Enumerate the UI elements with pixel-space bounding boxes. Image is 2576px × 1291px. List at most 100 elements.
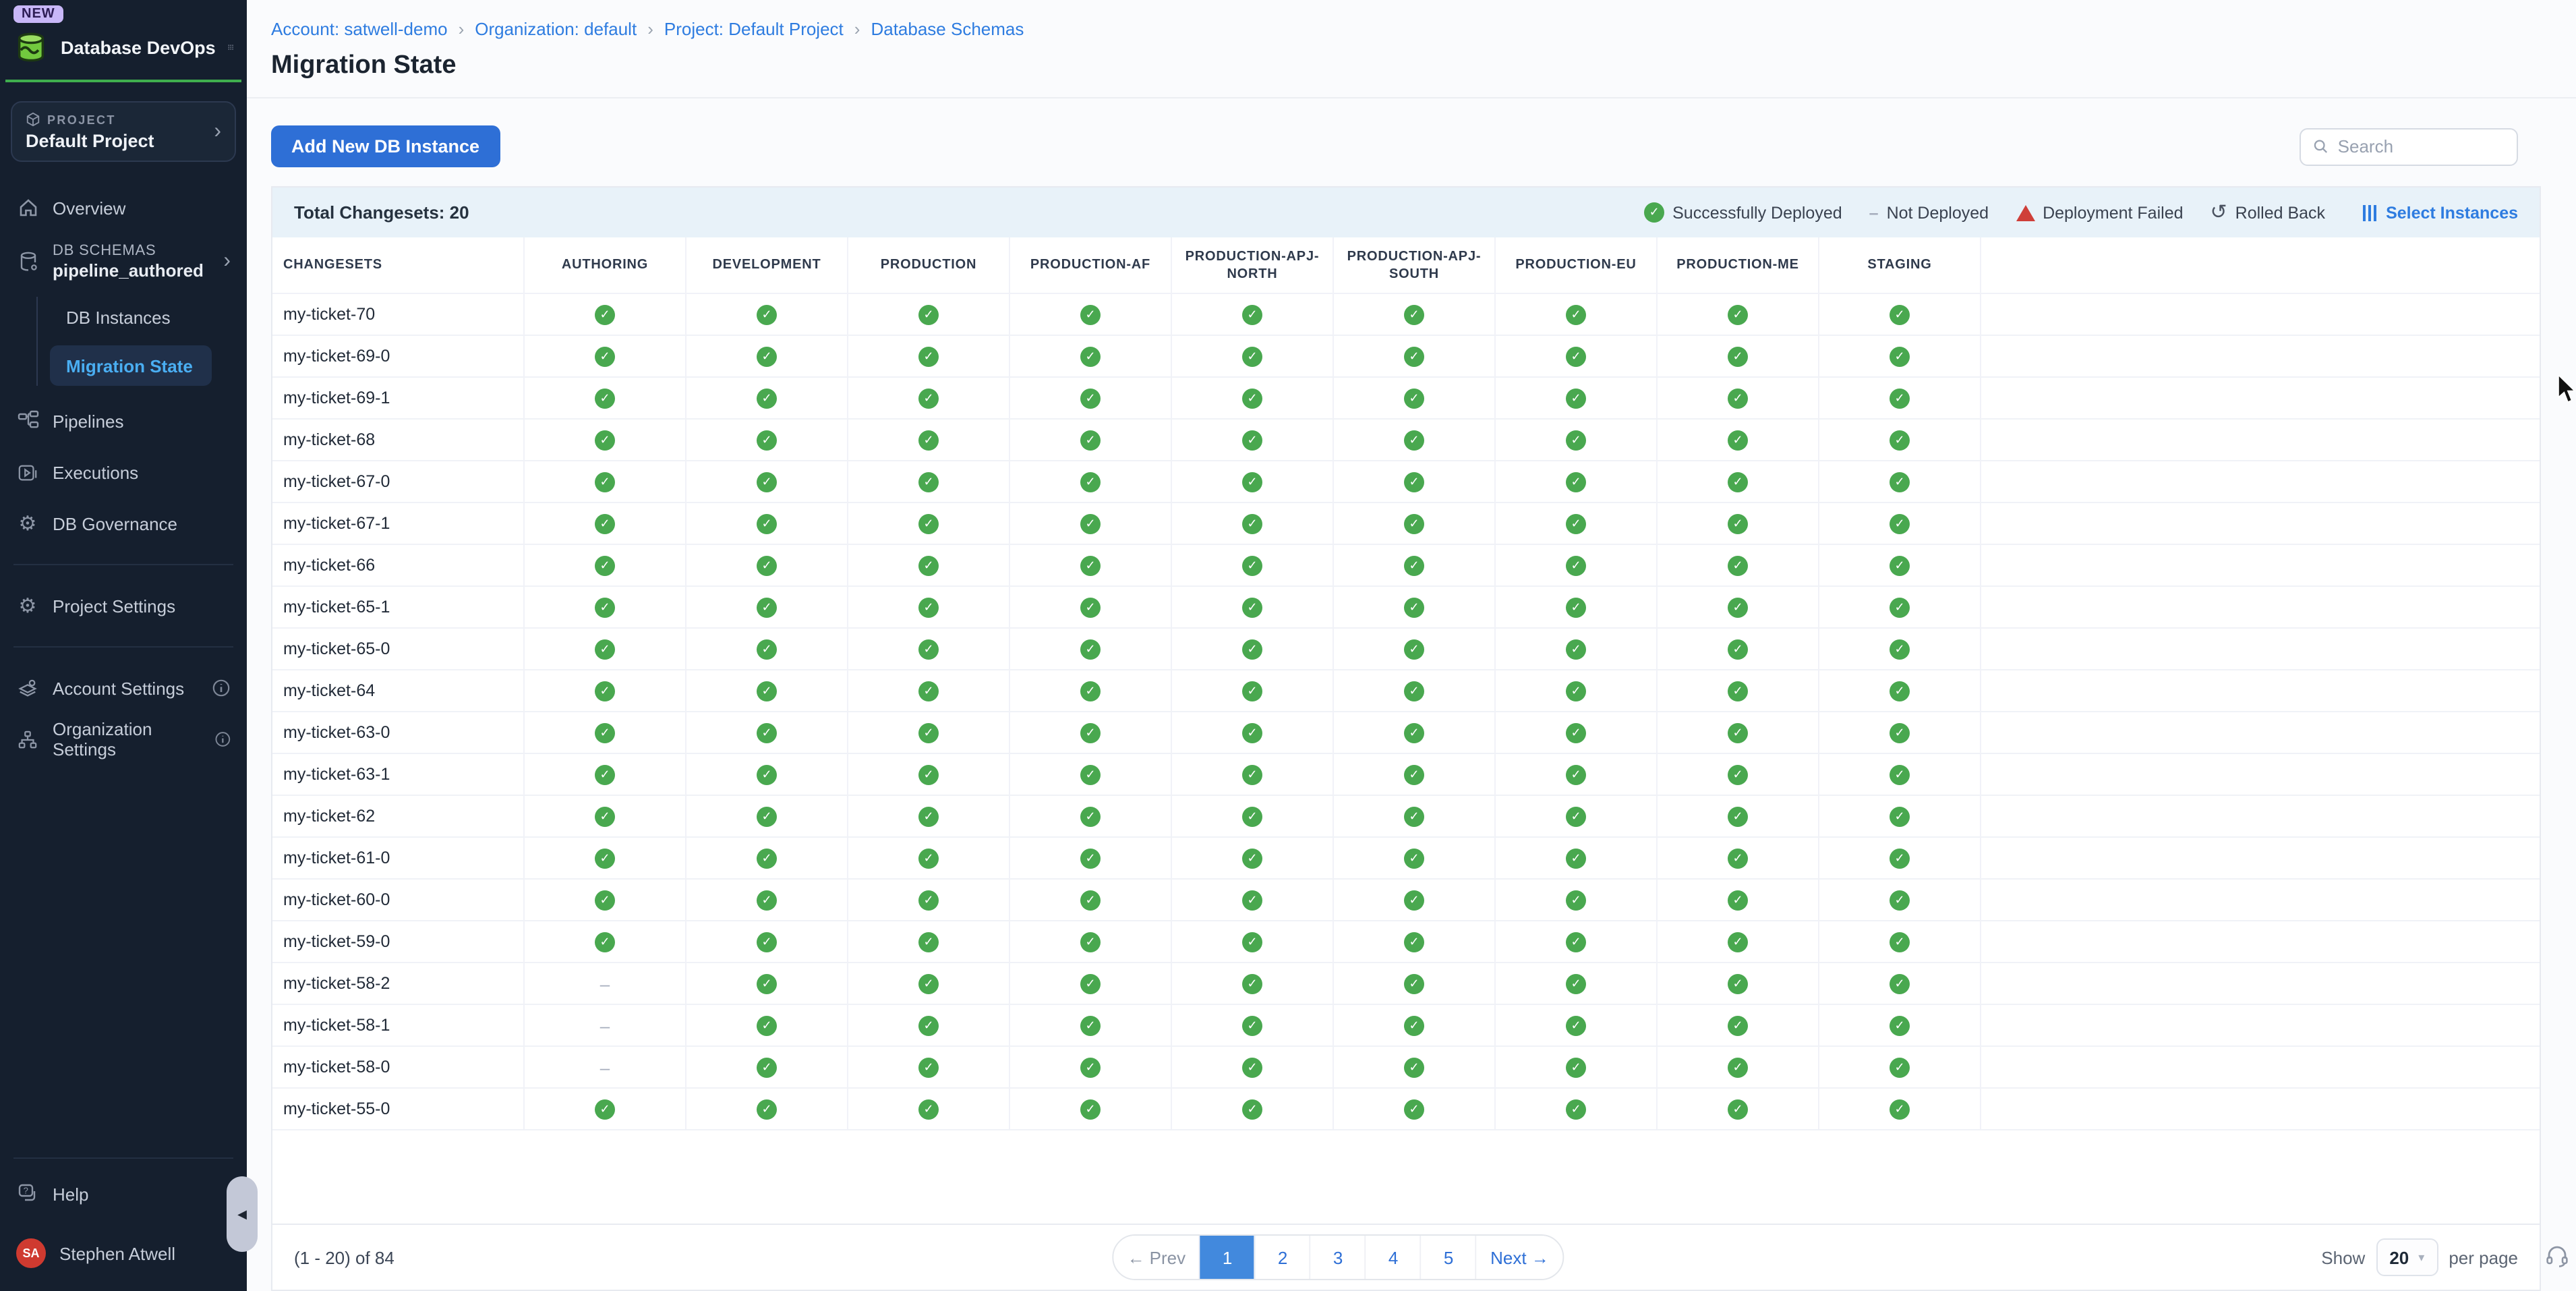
page-button-2[interactable]: 2	[1256, 1236, 1311, 1279]
breadcrumb-organization[interactable]: Organization: default	[475, 19, 637, 39]
sidebar-item-migration-state[interactable]: Migration State	[50, 345, 212, 386]
success-check-icon: ✓	[918, 639, 939, 659]
sidebar-item-overview[interactable]: Overview	[0, 186, 247, 229]
success-check-icon: ✓	[757, 430, 777, 450]
support-headset-icon[interactable]	[2544, 1242, 2571, 1269]
user-menu[interactable]: SA Stephen Atwell	[0, 1232, 247, 1275]
success-check-icon: ✓	[595, 346, 615, 366]
status-cell-success: ✓	[1496, 503, 1658, 544]
success-check-icon: ✓	[1566, 555, 1586, 575]
status-cell-success: ✓	[686, 503, 848, 544]
success-check-icon: ✓	[918, 430, 939, 450]
sidebar-item-db-schemas[interactable]: DB SCHEMAS pipeline_authored ›	[0, 237, 247, 286]
sidebar-item-account-settings[interactable]: Account Settings	[0, 666, 247, 710]
success-check-icon: ✓	[1728, 388, 1748, 408]
status-cell-success: ✓	[686, 880, 848, 920]
breadcrumb-database-schemas[interactable]: Database Schemas	[871, 19, 1024, 39]
status-cell-success: ✓	[686, 336, 848, 376]
status-cell-success: ✓	[1334, 629, 1496, 669]
prev-page-button[interactable]: ← Prev	[1113, 1236, 1200, 1279]
success-check-icon: ✓	[1566, 1015, 1586, 1035]
status-cell-success: ✓	[1010, 1047, 1172, 1087]
status-cell-success: ✓	[525, 294, 686, 335]
breadcrumb: Account: satwell-demo › Organization: de…	[271, 19, 2541, 39]
sidebar-item-organization-settings[interactable]: Organization Settings	[0, 718, 247, 761]
status-cell-success: ✓	[1334, 545, 1496, 585]
sidebar-item-project-settings[interactable]: ⚙ Project Settings	[0, 584, 247, 627]
add-new-db-instance-button[interactable]: Add New DB Instance	[271, 125, 500, 167]
search-box[interactable]	[2300, 127, 2518, 165]
sidebar-collapse-handle[interactable]: ◀	[227, 1176, 258, 1252]
help-label: Help	[53, 1184, 89, 1204]
rollback-arrow-icon: ↺	[2211, 202, 2227, 223]
status-cell-success: ✓	[1172, 754, 1334, 795]
status-cell-success: ✓	[686, 420, 848, 460]
chevron-right-icon: ›	[223, 251, 231, 272]
table-row: my-ticket-60-0✓✓✓✓✓✓✓✓✓	[272, 880, 2540, 921]
status-cell-success: ✓	[1819, 921, 1981, 962]
page-title: Migration State	[271, 51, 2541, 81]
changeset-name: my-ticket-64	[272, 670, 525, 711]
status-cell-success: ✓	[686, 378, 848, 418]
success-check-icon: ✓	[757, 890, 777, 910]
success-check-icon: ✓	[918, 304, 939, 324]
success-check-icon: ✓	[1890, 513, 1910, 534]
sidebar-item-pipelines[interactable]: Pipelines	[0, 399, 247, 442]
success-check-icon: ✓	[1566, 681, 1586, 701]
column-header: DEVELOPMENT	[686, 237, 848, 293]
success-check-icon: ✓	[1728, 430, 1748, 450]
new-badge: NEW	[13, 5, 63, 23]
help-button[interactable]: ? Help	[0, 1172, 247, 1215]
page-button-4[interactable]: 4	[1366, 1236, 1422, 1279]
success-check-icon: ✓	[1728, 1099, 1748, 1119]
next-page-button[interactable]: Next →	[1477, 1236, 1562, 1279]
sidebar-item-db-governance[interactable]: ⚙ DB Governance	[0, 502, 247, 545]
success-check-icon: ✓	[1890, 555, 1910, 575]
success-check-icon: ✓	[1404, 597, 1424, 617]
breadcrumb-project[interactable]: Project: Default Project	[664, 19, 844, 39]
success-check-icon: ✓	[1080, 1099, 1101, 1119]
status-cell-success: ✓	[1658, 1089, 1819, 1129]
search-input[interactable]	[2338, 136, 2505, 156]
success-check-icon: ✓	[757, 722, 777, 743]
brand-divider	[5, 80, 241, 82]
page-button-1[interactable]: 1	[1200, 1236, 1256, 1279]
success-check-icon: ✓	[1728, 1015, 1748, 1035]
success-check-icon: ✓	[918, 388, 939, 408]
status-cell-success: ✓	[686, 545, 848, 585]
success-check-icon: ✓	[1080, 722, 1101, 743]
success-check-icon: ✓	[595, 304, 615, 324]
changeset-name: my-ticket-62	[272, 796, 525, 836]
success-check-icon: ✓	[1080, 806, 1101, 826]
sidebar-item-db-instances[interactable]: DB Instances	[50, 297, 212, 337]
project-selector[interactable]: PROJECT Default Project ›	[11, 101, 236, 162]
page-button-5[interactable]: 5	[1422, 1236, 1477, 1279]
success-check-icon: ✓	[1728, 597, 1748, 617]
sidebar-item-label: Project Settings	[53, 596, 175, 616]
breadcrumb-account[interactable]: Account: satwell-demo	[271, 19, 448, 39]
changeset-name: my-ticket-63-1	[272, 754, 525, 795]
status-cell-success: ✓	[1819, 420, 1981, 460]
page-button-3[interactable]: 3	[1311, 1236, 1366, 1279]
success-check-icon: ✓	[1890, 388, 1910, 408]
success-check-icon: ✓	[1242, 555, 1262, 575]
success-check-icon: ✓	[1566, 388, 1586, 408]
success-check-icon: ✓	[1728, 848, 1748, 868]
legend-rolled-back: ↺ Rolled Back	[2211, 202, 2326, 223]
success-check-icon: ✓	[1890, 304, 1910, 324]
status-cell-success: ✓	[848, 1005, 1010, 1045]
apps-grid-icon[interactable]	[228, 36, 233, 58]
page-size-select[interactable]: 20 ▾	[2376, 1238, 2438, 1276]
status-cell-success: ✓	[1010, 1005, 1172, 1045]
status-cell-success: ✓	[1658, 796, 1819, 836]
sidebar-item-label: Executions	[53, 462, 138, 482]
not-deployed-dash-icon: –	[600, 973, 610, 994]
success-check-icon: ✓	[1890, 1099, 1910, 1119]
table-row: my-ticket-65-0✓✓✓✓✓✓✓✓✓	[272, 629, 2540, 670]
status-cell-success: ✓	[1496, 1047, 1658, 1087]
select-instances-button[interactable]: Select Instances	[2363, 203, 2518, 222]
play-icon	[16, 461, 39, 484]
success-check-icon: ✓	[757, 931, 777, 952]
sidebar-item-executions[interactable]: Executions	[0, 451, 247, 494]
status-cell-success: ✓	[1334, 420, 1496, 460]
